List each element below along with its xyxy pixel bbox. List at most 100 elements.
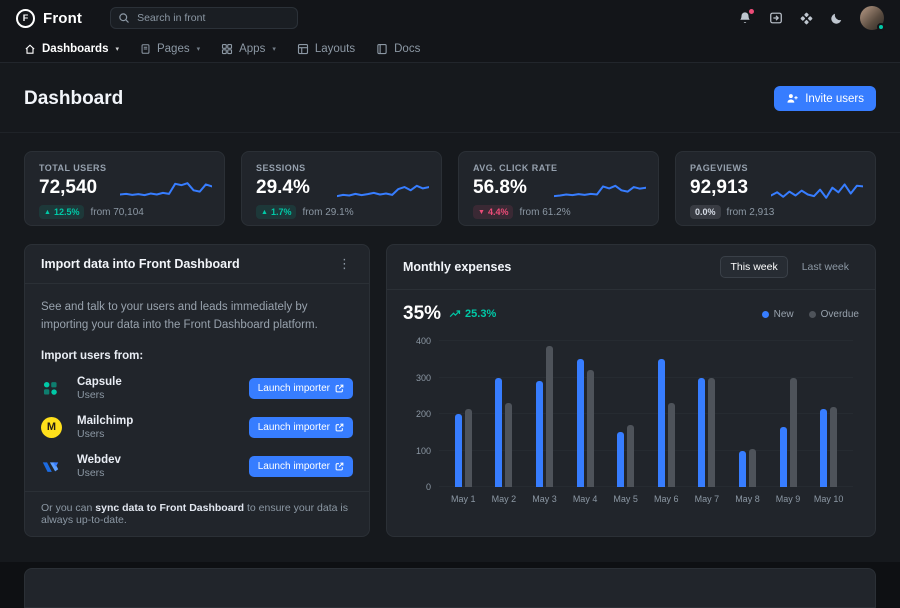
- x-axis-label: May 6: [646, 494, 687, 504]
- bar-new: [658, 359, 665, 487]
- book-icon: [376, 43, 388, 55]
- kebab-menu-icon[interactable]: ⋮: [336, 256, 353, 272]
- bar-new: [698, 378, 705, 488]
- online-status-dot: [877, 23, 885, 31]
- bar-group: [646, 341, 687, 487]
- bar-overdue: [465, 409, 472, 487]
- integration-name: Mailchimp: [77, 415, 133, 427]
- bar-new: [739, 451, 746, 488]
- brand-name: Front: [43, 10, 82, 27]
- partial-next-card: [24, 568, 876, 608]
- chevron-down-icon: ▾: [272, 45, 276, 53]
- house-icon: [24, 43, 36, 55]
- launch-importer-button-webdev[interactable]: Launch importer: [249, 456, 353, 477]
- sparkline-chart: [337, 174, 429, 210]
- x-axis-label: May 1: [443, 494, 484, 504]
- import-description: See and talk to your users and leads imm…: [41, 299, 353, 335]
- bar-overdue: [830, 407, 837, 487]
- nav-item-dashboards[interactable]: Dashboards ▾: [24, 43, 119, 55]
- nav-item-docs[interactable]: Docs: [376, 43, 420, 55]
- import-subtitle: Import users from:: [41, 350, 353, 362]
- external-link-icon: [335, 423, 344, 432]
- layout-icon: [297, 43, 309, 55]
- import-row-webdev: Webdev Users Launch importer: [41, 454, 353, 479]
- avatar[interactable]: [860, 6, 884, 30]
- stat-card-avg-click-rate: AVG. CLICK RATE 56.8% ▼ 4.4% from 61.2%: [458, 151, 659, 226]
- bar-group: [687, 341, 728, 487]
- sparkline-chart: [120, 174, 212, 210]
- search-container: [110, 7, 298, 29]
- capsule-icon: [41, 379, 67, 398]
- integration-name: Capsule: [77, 376, 122, 388]
- bar-group: [443, 341, 484, 487]
- legend-dot-new: [762, 311, 769, 318]
- sync-data-link[interactable]: sync data to Front Dashboard: [95, 502, 244, 514]
- x-axis-label: May 5: [605, 494, 646, 504]
- nav-item-pages[interactable]: Pages ▾: [140, 43, 200, 55]
- import-row-mailchimp: M Mailchimp Users Launch importer: [41, 415, 353, 440]
- top-navbar: F Front: [0, 0, 900, 36]
- search-input[interactable]: [110, 7, 298, 29]
- toggle-last-week[interactable]: Last week: [792, 256, 859, 278]
- mailchimp-icon: M: [41, 417, 67, 438]
- toggle-this-week[interactable]: This week: [720, 256, 787, 278]
- bar-overdue: [668, 403, 675, 487]
- bar-group: [524, 341, 565, 487]
- x-axis-label: May 8: [727, 494, 768, 504]
- nav-item-label: Dashboards: [42, 43, 108, 55]
- stat-label: AVG. CLICK RATE: [473, 163, 644, 173]
- stat-compare: from 2,913: [727, 207, 775, 218]
- front-logo-icon: F: [16, 9, 35, 28]
- launch-importer-button-mailchimp[interactable]: Launch importer: [249, 417, 353, 438]
- notification-dot: [749, 9, 754, 14]
- apps-grid-icon[interactable]: [800, 12, 813, 25]
- invite-users-label: Invite users: [805, 93, 864, 105]
- bar-new: [495, 378, 502, 488]
- graph-up-arrow-icon: [449, 308, 461, 320]
- expenses-headline-delta: 25.3%: [449, 308, 496, 320]
- chevron-down-icon: ▾: [197, 45, 201, 53]
- person-plus-icon: [786, 92, 799, 105]
- brand-logo[interactable]: F Front: [16, 9, 82, 28]
- moon-icon[interactable]: [830, 12, 843, 25]
- x-axis-label: May 9: [768, 494, 809, 504]
- monthly-expenses-card: Monthly expenses This week Last week 35%…: [386, 244, 876, 537]
- bar-group: [484, 341, 525, 487]
- external-link-icon: [335, 384, 344, 393]
- chart-legend: New Overdue: [762, 309, 859, 320]
- sparkline-chart: [554, 174, 646, 210]
- x-axis-label: May 10: [808, 494, 849, 504]
- delta-badge: ▲ 12.5%: [39, 205, 84, 219]
- import-card-footer: Or you can sync data to Front Dashboard …: [25, 491, 369, 536]
- window-arrow-icon[interactable]: [769, 11, 783, 25]
- nav-item-apps[interactable]: Apps ▾: [221, 43, 276, 55]
- legend-item-overdue[interactable]: Overdue: [809, 309, 859, 320]
- launch-importer-button-capsule[interactable]: Launch importer: [249, 378, 353, 399]
- card-title: Monthly expenses: [403, 260, 511, 274]
- integration-subtitle: Users: [77, 428, 133, 440]
- nav-item-label: Layouts: [315, 43, 355, 55]
- nav-item-layouts[interactable]: Layouts: [297, 43, 355, 55]
- bar-group: [565, 341, 606, 487]
- integration-name: Webdev: [77, 454, 121, 466]
- invite-users-button[interactable]: Invite users: [774, 86, 876, 111]
- navbar-actions: [738, 6, 884, 30]
- nav-item-label: Apps: [239, 43, 265, 55]
- y-axis-label: 0: [403, 482, 431, 492]
- nav-item-label: Docs: [394, 43, 420, 55]
- chevron-down-icon: ▾: [115, 45, 119, 53]
- bar-overdue: [505, 403, 512, 487]
- bar-overdue: [627, 425, 634, 487]
- bar-overdue: [546, 346, 553, 487]
- legend-item-new[interactable]: New: [762, 309, 794, 320]
- bell-icon[interactable]: [738, 11, 752, 25]
- nav-item-label: Pages: [157, 43, 190, 55]
- expenses-chart-bars: [439, 341, 853, 487]
- y-axis-label: 100: [403, 446, 431, 456]
- y-axis-label: 400: [403, 336, 431, 346]
- bar-new: [780, 427, 787, 487]
- expenses-bar-chart: 0100200300400: [439, 341, 853, 487]
- bar-new: [577, 359, 584, 487]
- bar-new: [617, 432, 624, 487]
- import-data-card: Import data into Front Dashboard ⋮ See a…: [24, 244, 370, 537]
